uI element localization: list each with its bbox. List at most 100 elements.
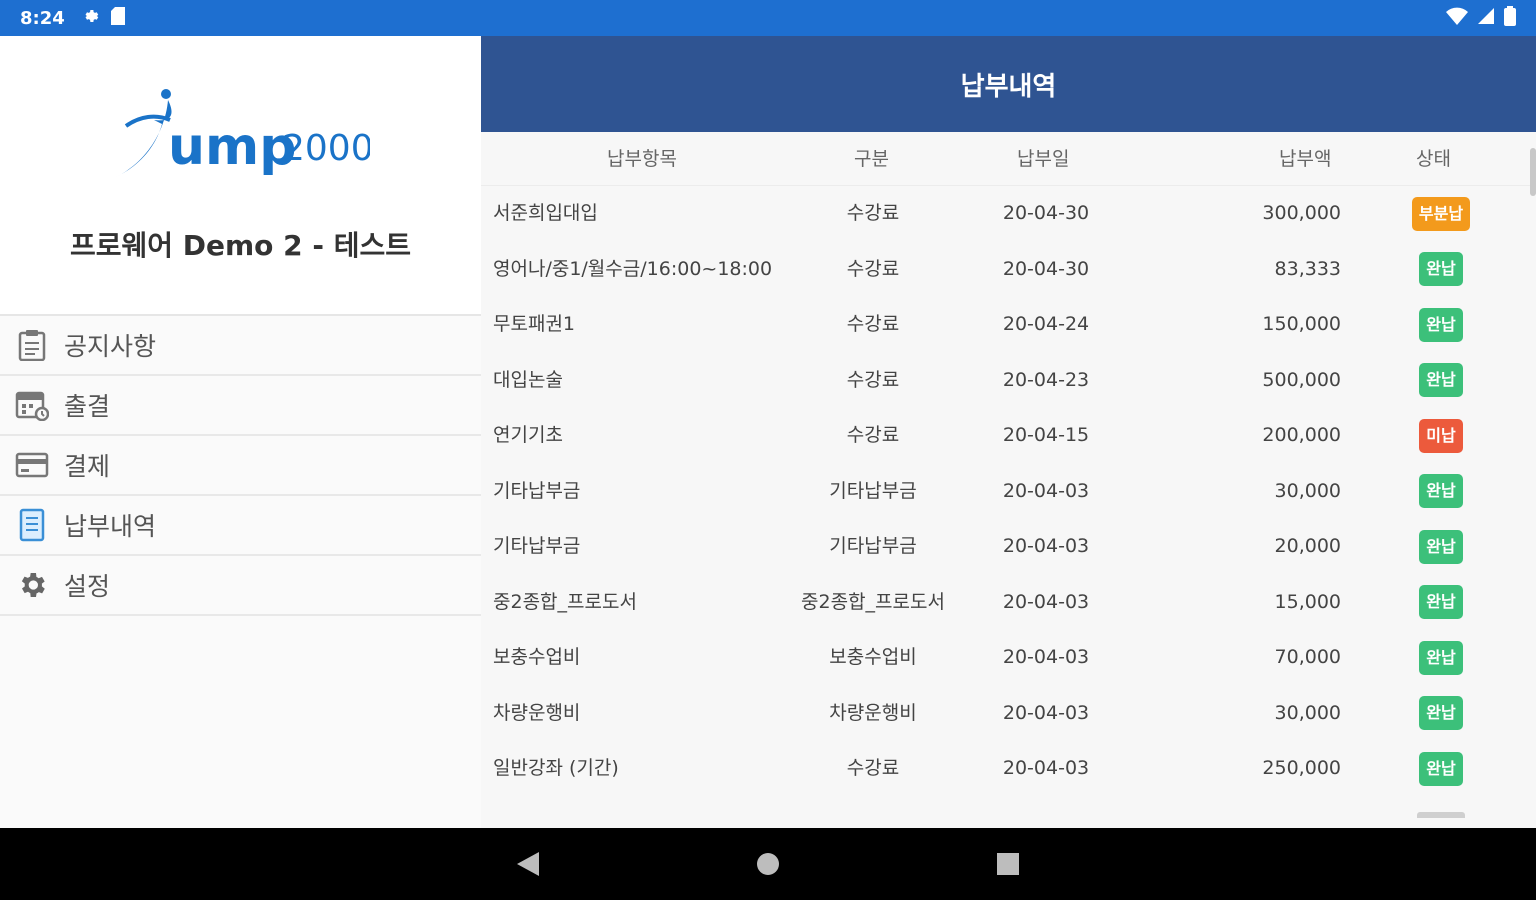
cell-amount: 83,333 [1274,257,1341,280]
cell-date: 20-04-03 [1002,479,1090,502]
table-row[interactable]: 기타납부금 기타납부금 20-04-03 30,000 완납 [481,464,1536,520]
cell-type: 수강료 [846,202,900,224]
menu-item-label: 공지사항 [64,332,157,361]
status-badge: 완납 [1419,529,1463,564]
cell-type: 보충수업비 [829,646,917,668]
table-row[interactable]: 서준희입대입 수강료 20-04-30 300,000 부분납 [481,186,1536,242]
cell-date: 20-04-03 [1002,646,1090,668]
cell-amount: 150,000 [1262,313,1341,335]
menu-item-notices[interactable]: 공지사항 [0,316,481,376]
column-header-type: 구분 [854,148,889,170]
menu-item-payment-history[interactable]: 납부내역 [0,496,481,556]
cell-type: 수강료 [846,368,900,391]
svg-text:ump: ump [168,117,296,177]
cell-type: 수강료 [846,257,900,280]
payment-list[interactable]: 서준희입대입 수강료 20-04-30 300,000 부분납 영어나/중1/월수금/16… [481,186,1536,797]
cell-status: 완납 [1406,353,1476,409]
table-row[interactable]: 무토패권1 수강료 20-04-24 150,000 완납 [481,297,1536,353]
menu-item-label: 납부내역 [64,512,157,541]
cell-type: 기타납부금 [829,479,917,502]
cell-item: 연기기초 [493,424,563,446]
cell-amount: 250,000 [1262,757,1341,779]
cell-item: 영어나/중1/월수금/16:00~18:00 [493,257,773,280]
menu-item-label: 결제 [64,452,111,481]
recents-button[interactable] [988,844,1028,884]
status-badge: 완납 [1419,474,1463,509]
receipt-icon [14,507,50,543]
cell-item: 일반강좌 (기간) [493,757,619,779]
column-header-status: 상태 [1416,148,1451,170]
cell-signal-icon [1478,8,1494,28]
cell-status: 완납 [1406,519,1476,575]
table-row[interactable]: 연기기초 수강료 20-04-15 200,000 미납 [481,408,1536,464]
cell-item: 기타납부금 [493,479,581,502]
status-badge: 완납 [1419,252,1463,287]
column-header-amount: 납부액 [1279,148,1332,170]
gear-icon [14,567,50,603]
menu-item-payment[interactable]: 결제 [0,436,481,496]
app: ump 2000 프로웨어 Demo 2 - 테스트 공지사항 출결 결제 납부… [0,36,1536,828]
drawer-menu: 공지사항 출결 결제 납부내역 설정 [0,316,481,616]
status-badge [1417,812,1465,818]
table-row[interactable]: 대입논술 수강료 20-04-23 500,000 완납 [481,353,1536,409]
cell-date: 20-04-03 [1002,757,1090,779]
main-content: 납부내역 납부항목 구분 납부일 납부액 상태 서준희입대입 수강료 20-04-3… [481,36,1536,828]
table-header: 납부항목 구분 납부일 납부액 상태 [481,132,1536,186]
status-badge: 완납 [1419,696,1463,731]
cell-status: 완납 [1406,575,1476,631]
page-title: 납부내역 [960,71,1057,102]
cell-item: 중2종합_프로도서 [493,590,637,613]
navigation-drawer: ump 2000 프로웨어 Demo 2 - 테스트 공지사항 출결 결제 납부… [0,36,481,828]
status-badge: 완납 [1419,307,1463,342]
back-button[interactable] [508,844,548,884]
cell-item: 보충수업비 [493,646,581,668]
menu-item-settings[interactable]: 설정 [0,556,481,616]
status-badge: 미납 [1419,418,1463,453]
cell-date: 20-04-23 [1002,368,1090,391]
cell-type: 수강료 [846,313,900,335]
cell-date: 20-04-03 [1002,590,1090,613]
table-row[interactable]: 중2종합_프로도서 중2종합_프로도서 20-04-03 15,000 완납 [481,575,1536,631]
cell-item: 무토패권1 [493,313,576,335]
table-row[interactable]: 영어나/중1/월수금/16:00~18:00 수강료 20-04-30 83,333 완… [481,242,1536,298]
table-row[interactable]: 일반강좌 (기간) 수강료 20-04-03 250,000 완납 [481,741,1536,797]
cell-item: 대입논술 [493,368,563,391]
svg-text:2000: 2000 [282,128,370,169]
cell-type: 수강료 [846,424,900,446]
cell-amount: 200,000 [1262,424,1341,446]
status-badge: 완납 [1419,751,1463,786]
cell-item: 서준희입대입 [493,202,598,224]
settings-status-icon [81,7,99,30]
column-header-date: 납부일 [1017,148,1070,170]
status-badge: 완납 [1419,585,1463,620]
calendar-icon [14,387,50,423]
scrollbar[interactable] [1530,148,1536,196]
cell-amount: 30,000 [1274,701,1341,724]
sd-card-icon [110,6,125,30]
table-row[interactable]: 보충수업비 보충수업비 20-04-03 70,000 완납 [481,630,1536,686]
table-row[interactable]: 기타납부금 기타납부금 20-04-03 20,000 완납 [481,519,1536,575]
academy-name: 프로웨어 Demo 2 - 테스트 [69,229,412,262]
table-row[interactable]: 차량운행비 차량운행비 20-04-03 30,000 완납 [481,686,1536,742]
cell-date: 20-04-03 [1002,701,1090,724]
cell-status: 완납 [1406,686,1476,742]
status-badge: 완납 [1419,640,1463,675]
menu-item-attendance[interactable]: 출결 [0,376,481,436]
clipboard-icon [14,327,50,363]
credit-card-icon [14,447,50,483]
cell-item: 기타납부금 [493,535,581,557]
menu-item-label: 설정 [64,572,111,601]
home-button[interactable] [748,844,788,884]
cell-amount: 300,000 [1262,202,1341,224]
cell-amount: 15,000 [1274,590,1341,613]
cell-type: 수강료 [846,757,900,779]
drawer-header: ump 2000 프로웨어 Demo 2 - 테스트 [0,36,481,316]
cell-type: 차량운행비 [829,701,917,724]
cell-type: 기타납부금 [829,535,917,557]
cell-status: 완납 [1406,630,1476,686]
cell-status: 완납 [1406,741,1476,797]
cell-item: 차량운행비 [493,701,581,724]
app-bar: 납부내역 [481,36,1536,132]
cell-date: 20-04-30 [1002,257,1090,280]
cell-status: 미납 [1406,408,1476,464]
